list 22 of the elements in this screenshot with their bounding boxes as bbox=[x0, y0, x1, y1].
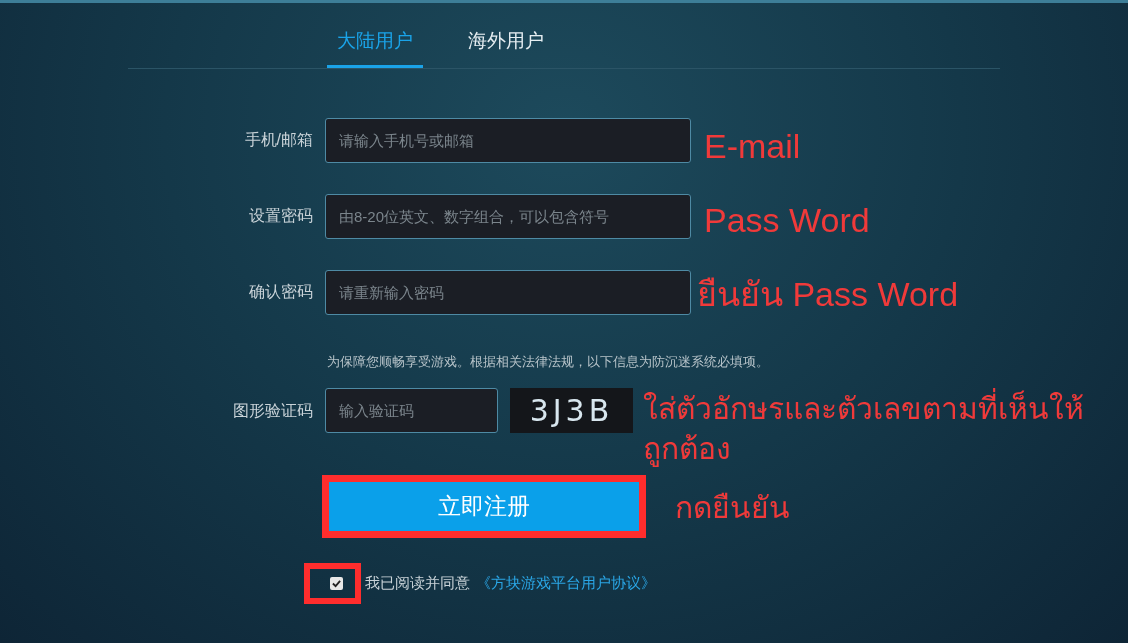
tab[interactable]: 大陆用户 bbox=[327, 27, 423, 68]
annotation-text: Pass Word bbox=[704, 200, 870, 241]
agreement-link[interactable]: 《方块游戏平台用户协议》 bbox=[476, 572, 656, 595]
input-field[interactable]: 请输入手机号或邮箱 bbox=[325, 117, 691, 163]
input-field[interactable]: 请重新输入密码 bbox=[325, 269, 691, 315]
checkbox[interactable] bbox=[330, 577, 343, 590]
captcha-image[interactable]: 3J3B bbox=[510, 388, 633, 433]
annotation-text: ใส่ตัวอักษรและตัวเลขตามที่เห็นให้ถูกต้อง bbox=[643, 389, 1113, 469]
input-field[interactable]: 由8-20位英文、数字组合，可以包含符号 bbox=[325, 193, 691, 239]
notice-text: 为保障您顺畅享受游戏。根据相关法律法规，以下信息为防沉迷系统必填项。 bbox=[327, 352, 769, 371]
tab[interactable]: 海外用户 bbox=[458, 27, 554, 68]
agreement-text: 我已阅读并同意 bbox=[365, 573, 470, 594]
field-label: 图形验证码 bbox=[232, 400, 314, 421]
input-field[interactable]: 输入验证码 bbox=[325, 388, 498, 433]
annotation-text: ยืนยัน Pass Word bbox=[697, 274, 959, 315]
field-label: 手机/邮箱 bbox=[243, 130, 314, 150]
annotation-text: E-mail bbox=[704, 126, 801, 167]
check-icon bbox=[332, 579, 341, 588]
annotation-text: กดยืนยัน bbox=[675, 490, 790, 526]
field-label: 设置密码 bbox=[248, 206, 314, 226]
register-button[interactable]: 立即注册 bbox=[329, 482, 639, 531]
field-label: 确认密码 bbox=[248, 282, 314, 302]
